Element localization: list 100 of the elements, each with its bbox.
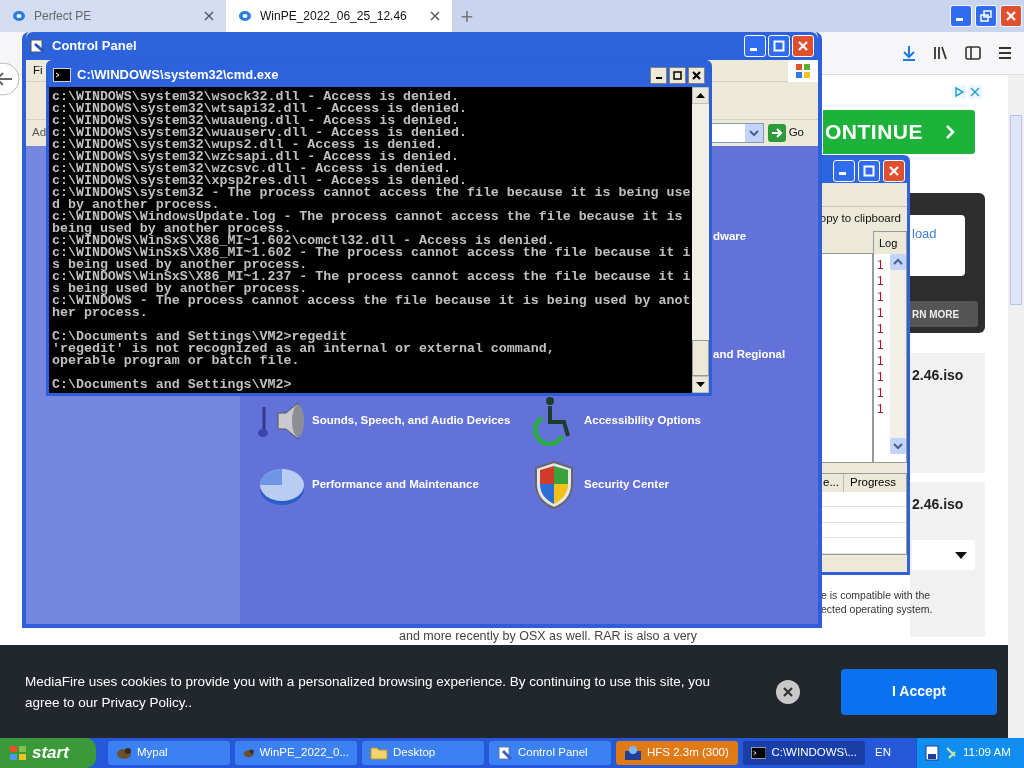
taskbar-button[interactable]: Mypal — [108, 741, 230, 765]
log-entry: 1 — [877, 337, 884, 353]
maximize-button[interactable] — [669, 66, 686, 84]
control-panel-icon — [497, 745, 513, 761]
globe-icon — [12, 10, 26, 22]
download-icon[interactable] — [900, 44, 918, 62]
console-line: c:\WINDOWS - The process cannot access the file because it is being used by anot — [52, 295, 692, 307]
category-link[interactable]: Accessibility Options — [584, 412, 701, 430]
scroll-up-icon[interactable] — [692, 87, 709, 104]
menu-icon[interactable] — [996, 44, 1014, 62]
console-line: C:\Documents and Settings\VM2> — [52, 379, 293, 391]
minimize-icon — [750, 47, 757, 51]
folder-icon — [370, 746, 388, 760]
log-entry: 1 — [877, 321, 884, 337]
library-icon[interactable] — [932, 44, 950, 62]
compat-note: e is compatible with the ected operating system. — [821, 588, 933, 616]
menu-item[interactable]: Fi — [33, 61, 43, 80]
taskbar-button[interactable]: HFS 2.3m (300) — [616, 741, 738, 765]
download-link[interactable]: load — [912, 226, 937, 241]
log-entry: 1 — [877, 385, 884, 401]
file-name: 2.46.iso — [912, 495, 964, 514]
globe-icon — [238, 10, 252, 22]
log-entry: 1 — [877, 305, 884, 321]
continue-button[interactable]: ONTINUE — [823, 110, 975, 154]
console-line: c:\WINDOWS\system32\wups2.dll - Access is denied. — [52, 139, 443, 151]
category-link[interactable]: dware — [713, 228, 747, 246]
close-button[interactable] — [688, 66, 705, 84]
log-entry: 1 — [877, 289, 884, 305]
console-line: c:\WINDOWS\system32 - The process cannot access the file because it is being use — [52, 187, 692, 199]
clock: 11:09 AM — [963, 745, 1011, 761]
close-icon — [797, 40, 809, 52]
console-line: operable program or batch file. — [52, 355, 301, 367]
address-label: Ad — [32, 125, 48, 141]
taskbar-button[interactable]: Desktop — [362, 741, 484, 765]
control-panel-icon — [30, 38, 46, 54]
console-line: c:\WINDOWS\system32\wuaueng.dll - Access is denied. — [52, 115, 459, 127]
console-line: c:\WINDOWS\WindowsUpdate.log - The process cannot access the file because it is — [52, 211, 684, 223]
creature-icon — [116, 746, 132, 760]
console-line: c:\WINDOWS\system32\wtsapi32.dll - Access is denied. — [52, 103, 468, 115]
category-link[interactable]: Sounds, Speech, and Audio Devices — [312, 412, 511, 430]
minimize-icon — [839, 172, 846, 175]
close-icon[interactable] — [430, 11, 440, 21]
console-line: c:\WINDOWS\system32\xpsp2res.dll - Access is denied. — [52, 175, 467, 187]
windows-flag-icon — [8, 744, 28, 762]
accept-button[interactable]: I Accept — [841, 668, 997, 715]
new-tab-button[interactable]: + — [452, 0, 482, 32]
language-indicator[interactable]: EN — [875, 744, 891, 762]
console-line: c:\WINDOWS\WinSxS\X86_MI~1.602 - The process cannot access the file because it i — [52, 247, 692, 259]
maximize-icon — [773, 40, 785, 52]
category-link[interactable]: Performance and Maintenance — [312, 476, 479, 494]
console-line: s being used by another process. — [52, 283, 309, 295]
console-line: c:\WINDOWS\system32\wsock32.dll - Access is denied. — [52, 91, 459, 103]
start-button[interactable]: start — [0, 738, 96, 768]
window-title: C:\WINDOWS\system32\cmd.exe — [77, 66, 280, 85]
console-line: s being used by another process. — [52, 259, 309, 271]
console-line: c:\WINDOWS\system32\wzcsvc.dll - Access is denied. — [52, 163, 451, 175]
sidebar-icon[interactable] — [964, 44, 982, 62]
browser-tab[interactable]: WinPE_2022_06_25_12.46 — [226, 0, 452, 32]
log-entry: 1 — [877, 273, 884, 289]
minimize-icon — [655, 77, 662, 79]
arrow-right-icon — [767, 124, 786, 142]
close-icon[interactable] — [204, 11, 214, 21]
restore-button[interactable] — [975, 5, 997, 27]
category-link[interactable]: Security Center — [584, 476, 669, 494]
log-entry: 1 — [877, 353, 884, 369]
file-name: 2.46.iso — [912, 366, 964, 385]
restore-icon — [980, 10, 992, 22]
taskbar-button[interactable]: Control Panel — [489, 741, 611, 765]
console-icon — [53, 68, 71, 82]
category-link[interactable]: and Regional — [713, 346, 786, 364]
close-icon — [888, 164, 900, 177]
log-entry: 1 — [877, 401, 884, 417]
minimize-button[interactable] — [650, 66, 667, 84]
close-icon — [1005, 10, 1017, 22]
console-line: being used by another process. — [52, 223, 292, 235]
os-dropdown[interactable] — [912, 540, 975, 570]
minimize-icon — [956, 17, 963, 21]
column-header: Progress — [849, 475, 898, 490]
caret-icon — [955, 551, 967, 559]
column-header: Log — [874, 232, 906, 254]
console-line: her process. — [52, 307, 149, 319]
taskbar-button[interactable]: WinPE_2022_0... — [235, 741, 357, 765]
dropdown-icon — [744, 124, 763, 142]
console-line: c:\WINDOWS\system32\wuauserv.dll - Access is denied. — [52, 127, 468, 139]
shield-icon — [532, 460, 576, 510]
browser-tab[interactable]: Perfect PE — [0, 0, 226, 32]
console-line: C:\Documents and Settings\VM2>regedit — [52, 331, 348, 343]
windows-flag-icon — [788, 59, 818, 82]
close-icon[interactable] — [776, 679, 800, 704]
console-line: c:\WINDOWS\WinSxS\X86_MI~1.237 - The process cannot access the file because it i — [52, 271, 692, 283]
console-line: c:\WINDOWS\WinSxS\X86_MI~1.602\comctl32.dll - Access is denied. — [52, 235, 555, 247]
log-entry: 1 — [877, 369, 884, 385]
go-button[interactable]: Go — [767, 124, 804, 142]
learn-more-button[interactable]: RN MORE — [910, 301, 978, 327]
cookie-message: MediaFire uses cookies to provide you with a personalized browsing experience. By continuing to use this site, you agree to our Privacy Policy.. — [25, 672, 712, 712]
log-entry: 1 — [877, 257, 884, 273]
scroll-down-icon[interactable] — [692, 376, 709, 393]
taskbar-button[interactable]: C:\WINDOWS\... — [743, 741, 865, 765]
server-icon — [925, 745, 939, 761]
maximize-icon — [863, 164, 875, 177]
